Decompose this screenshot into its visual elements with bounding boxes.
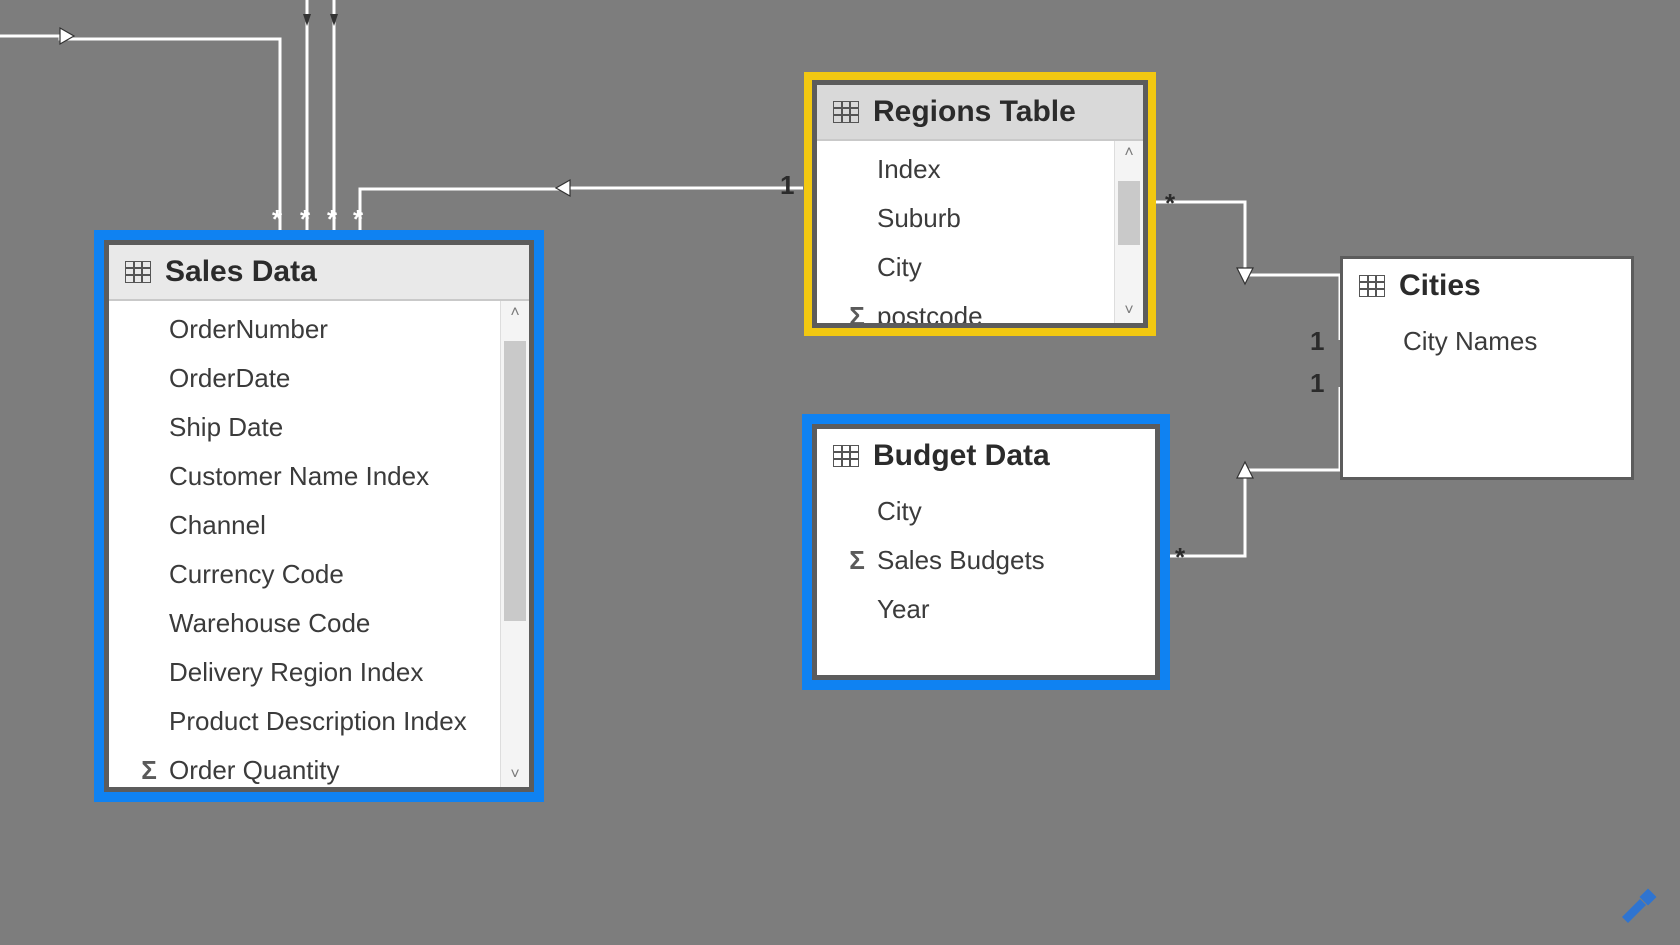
scroll-up-icon[interactable]: ˄ <box>510 301 519 325</box>
sigma-icon: Σ <box>837 545 877 576</box>
field-row[interactable]: Currency Code <box>109 550 501 599</box>
table-icon <box>1359 275 1385 297</box>
cursor-icon <box>1616 885 1658 927</box>
table-budget-data[interactable]: Budget Data City ΣSales Budgets Year <box>812 424 1160 680</box>
scroll-down-icon[interactable]: ˅ <box>510 763 519 787</box>
cardinality-one-label: 1 <box>1310 368 1324 399</box>
cardinality-one-label: 1 <box>780 170 794 201</box>
table-icon <box>833 101 859 123</box>
table-fields-budget: City ΣSales Budgets Year <box>817 483 1155 675</box>
field-row[interactable]: OrderDate <box>109 354 501 403</box>
model-canvas[interactable]: * * * * 1 * 1 1 * Sales Data OrderNumber… <box>0 0 1680 945</box>
field-row[interactable]: Σpostcode <box>817 292 1115 323</box>
cardinality-many-label: * <box>1175 542 1185 573</box>
table-regions[interactable]: Regions Table Index Suburb City Σpostcod… <box>812 80 1148 328</box>
cardinality-many-marker: * <box>300 204 310 235</box>
scroll-thumb[interactable] <box>504 341 526 621</box>
sigma-icon: Σ <box>129 755 169 786</box>
field-row[interactable]: Delivery Region Index <box>109 648 501 697</box>
scrollbar[interactable]: ˄ ˅ <box>1114 141 1143 323</box>
field-row[interactable]: Warehouse Code <box>109 599 501 648</box>
table-icon <box>125 261 151 283</box>
table-title: Regions Table <box>873 95 1076 129</box>
table-title: Budget Data <box>873 439 1050 473</box>
cardinality-many-marker: * <box>353 204 363 235</box>
cardinality-many-marker: * <box>327 204 337 235</box>
scroll-thumb[interactable] <box>1118 181 1140 245</box>
field-row[interactable]: Product Description Index <box>109 697 501 746</box>
field-row[interactable]: Channel <box>109 501 501 550</box>
field-row[interactable]: City Names <box>1343 317 1631 366</box>
field-row[interactable]: Customer Name Index <box>109 452 501 501</box>
scroll-down-icon[interactable]: ˅ <box>1124 299 1133 323</box>
field-row[interactable]: ΣSales Budgets <box>817 536 1155 585</box>
table-header[interactable]: Cities <box>1343 259 1631 313</box>
field-row[interactable]: ΣOrder Quantity <box>109 746 501 787</box>
cardinality-one-label: 1 <box>1310 326 1324 357</box>
table-fields-sales: OrderNumber OrderDate Ship Date Customer… <box>109 301 529 787</box>
field-row[interactable]: OrderNumber <box>109 305 501 354</box>
cardinality-many-label: * <box>1165 188 1175 219</box>
table-header[interactable]: Sales Data <box>109 245 529 301</box>
table-cities[interactable]: Cities City Names <box>1340 256 1634 480</box>
field-row[interactable]: Index <box>817 145 1115 194</box>
scrollbar[interactable]: ˄ ˅ <box>500 301 529 787</box>
field-row[interactable]: Ship Date <box>109 403 501 452</box>
cardinality-many-marker: * <box>272 204 282 235</box>
table-header[interactable]: Budget Data <box>817 429 1155 483</box>
table-fields-regions: Index Suburb City Σpostcode ˄ ˅ <box>817 141 1143 323</box>
table-icon <box>833 445 859 467</box>
sigma-icon: Σ <box>837 301 877 323</box>
field-row[interactable]: Suburb <box>817 194 1115 243</box>
field-row[interactable]: City <box>817 243 1115 292</box>
table-title: Cities <box>1399 269 1481 303</box>
table-fields-cities: City Names <box>1343 313 1631 477</box>
table-title: Sales Data <box>165 255 317 289</box>
field-row[interactable]: Year <box>817 585 1155 634</box>
scroll-up-icon[interactable]: ˄ <box>1124 141 1133 165</box>
table-header[interactable]: Regions Table <box>817 85 1143 141</box>
field-row[interactable]: City <box>817 487 1155 536</box>
table-sales-data[interactable]: Sales Data OrderNumber OrderDate Ship Da… <box>104 240 534 792</box>
